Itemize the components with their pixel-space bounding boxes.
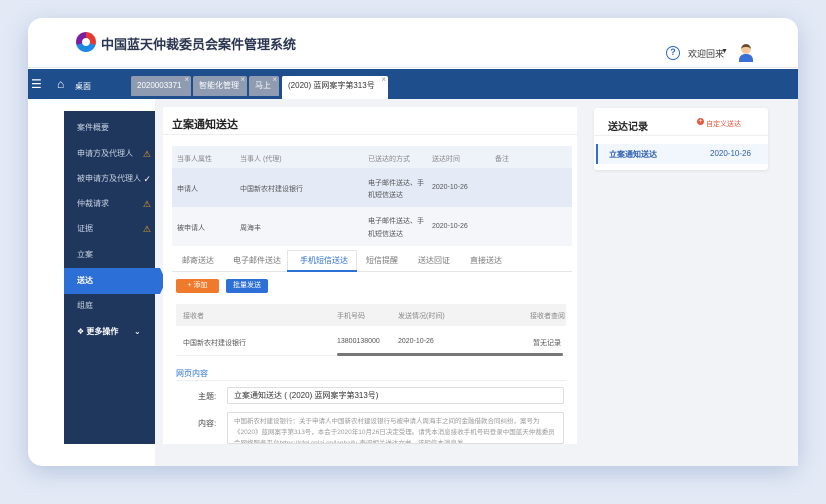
subject-label: 主题: (198, 392, 217, 401)
phone-number: 13800138000 (337, 338, 380, 345)
web-content-heading: 网页内容 (176, 369, 208, 378)
sidebar-item-applicant[interactable]: 申请方及代理人 ⚠ (64, 141, 155, 167)
tab-mail-delivery[interactable]: 邮寄送达 (182, 255, 214, 266)
tab-home[interactable]: 桌面 (75, 81, 91, 92)
close-icon[interactable]: × (184, 70, 189, 90)
delivery-time: 2020-10-26 (432, 184, 468, 191)
plus-circle-icon[interactable]: + (697, 118, 704, 125)
column-header: 接收者查阅 (530, 313, 565, 320)
content-textarea[interactable]: 中国新农村建设银行：关于申请人中国新农村建设银行与被申请人周海丰之间的金融借款合… (227, 412, 564, 444)
party-attr: 申请人 (177, 186, 198, 193)
warning-icon: ⚠ (142, 224, 151, 234)
party-attr: 被申请人 (177, 225, 205, 232)
send-time: 2020-10-26 (398, 338, 434, 345)
page-title: 立案通知送达 (172, 119, 238, 131)
app-title: 中国蓝天仲裁委员会案件管理系统 (101, 37, 297, 52)
tab-label: (2020) 蓝网案字第313号 (288, 81, 375, 90)
top-header: 中国蓝天仲裁委员会案件管理系统 ? 欢迎回来 ▼ (28, 18, 798, 68)
sidebar-item-tribunal[interactable]: 组庭 (64, 293, 155, 319)
sidebar-item-label: 被申请方及代理人 (77, 174, 141, 183)
tab-direct-delivery[interactable]: 直接送达 (470, 255, 502, 266)
delivery-method: 机短信送达 (368, 192, 403, 199)
sidebar-item-label: 送达 (77, 276, 93, 285)
tab-sms-reminder[interactable]: 短信提醒 (366, 255, 398, 266)
horizontal-scrollbar[interactable] (337, 353, 563, 356)
avatar[interactable] (738, 44, 754, 62)
batch-send-button[interactable]: 批量发送 (226, 279, 268, 293)
tab-case-number[interactable]: 2020003371 × (131, 75, 191, 96)
divider (163, 134, 577, 135)
warning-icon: ⚠ (142, 149, 151, 159)
sidebar-item-respondent[interactable]: 被申请方及代理人 ✓ (64, 166, 155, 192)
sidebar-item-label: 申请方及代理人 (77, 149, 133, 158)
menu-icon[interactable]: ☰ (31, 77, 42, 91)
add-button[interactable]: + 添加 (176, 279, 219, 293)
sidebar-item-claims[interactable]: 仲裁请求 ⚠ (64, 191, 155, 217)
column-header: 当事人属性 (177, 156, 212, 163)
column-header: 手机号码 (337, 313, 365, 320)
tab-sms-delivery[interactable]: 手机短信送达 (300, 255, 348, 266)
subject-field[interactable]: 立案通知送达 ( (2020) 蓝网案字第313号) (227, 387, 564, 404)
sidebar-item-label: 证据 (77, 224, 93, 233)
receiver-name: 中国新农村建设银行 (183, 340, 246, 347)
sidebar-item-label: 仲裁请求 (77, 199, 109, 208)
sidebar-item-label: 更多操作 (86, 327, 119, 336)
delivery-time: 2020-10-26 (432, 223, 468, 230)
warning-icon: ⚠ (142, 199, 151, 209)
column-header: 送达时间 (432, 156, 460, 163)
sidebar-item-filing[interactable]: 立案 (64, 242, 155, 268)
column-header: 当事人 (代理) (240, 156, 282, 163)
close-icon[interactable]: × (272, 70, 277, 90)
record-name: 立案通知送达 (609, 150, 657, 159)
column-header: 已送达的方式 (368, 156, 410, 163)
help-icon[interactable]: ? (666, 46, 680, 60)
panel-title: 送达记录 (608, 122, 648, 133)
sidebar-item-evidence[interactable]: 证据 ⚠ (64, 216, 155, 242)
chevron-down-icon[interactable]: ▼ (721, 48, 728, 55)
column-header: 接收者 (183, 313, 204, 320)
sidebar-item-case-summary[interactable]: 案件概要 (64, 115, 155, 141)
column-header: 备注 (495, 156, 509, 163)
divider (594, 135, 768, 136)
column-header: 发送情况(时间) (398, 313, 445, 320)
check-circle-icon: ✓ (143, 174, 151, 184)
layers-icon: ❖ (77, 327, 87, 336)
custom-delivery-link[interactable]: 自定义送达 (706, 119, 741, 129)
chevron-down-icon: ⌄ (134, 327, 141, 336)
delivery-method: 电子邮件送达、手 (368, 180, 424, 187)
delivery-method: 电子邮件送达、手 (368, 218, 424, 225)
sms-table-header (176, 304, 566, 326)
record-date: 2020-10-26 (710, 149, 751, 158)
sidebar-item-delivery[interactable]: 送达 (64, 268, 166, 294)
sidebar-item-label: 立案 (77, 250, 93, 259)
close-icon[interactable]: × (381, 70, 386, 90)
party-name: 周海丰 (240, 225, 261, 232)
tab-current-case[interactable]: (2020) 蓝网案字第313号 × (282, 75, 388, 99)
content-label: 内容: (198, 419, 217, 428)
close-icon[interactable]: × (240, 70, 245, 90)
delivery-method: 机短信送达 (368, 231, 403, 238)
divider (176, 380, 566, 381)
tab-label: 2020003371 (137, 81, 182, 90)
tab-label: 马上 (255, 81, 271, 90)
party-name: 中国新农村建设银行 (240, 186, 303, 193)
sidebar-item-label: 案件概要 (77, 123, 109, 132)
welcome-text[interactable]: 欢迎回来 (688, 47, 724, 60)
read-status: 暂无记录 (533, 340, 561, 347)
table-row[interactable] (172, 207, 572, 246)
sidebar-item-label: 组庭 (77, 301, 93, 310)
home-icon[interactable]: ⌂ (57, 77, 64, 91)
tab-delivery-receipt[interactable]: 送达回证 (418, 255, 450, 266)
logo-icon (76, 32, 96, 52)
tab-smart-management[interactable]: 智能化管理 × (193, 75, 247, 96)
sidebar-more-operations[interactable]: ❖ 更多操作 ⌄ (64, 319, 155, 345)
tab-mashang[interactable]: 马上 × (249, 75, 279, 96)
tab-email-delivery[interactable]: 电子邮件送达 (233, 255, 281, 266)
tab-label: 智能化管理 (199, 81, 239, 90)
active-tab-indicator (287, 270, 357, 272)
